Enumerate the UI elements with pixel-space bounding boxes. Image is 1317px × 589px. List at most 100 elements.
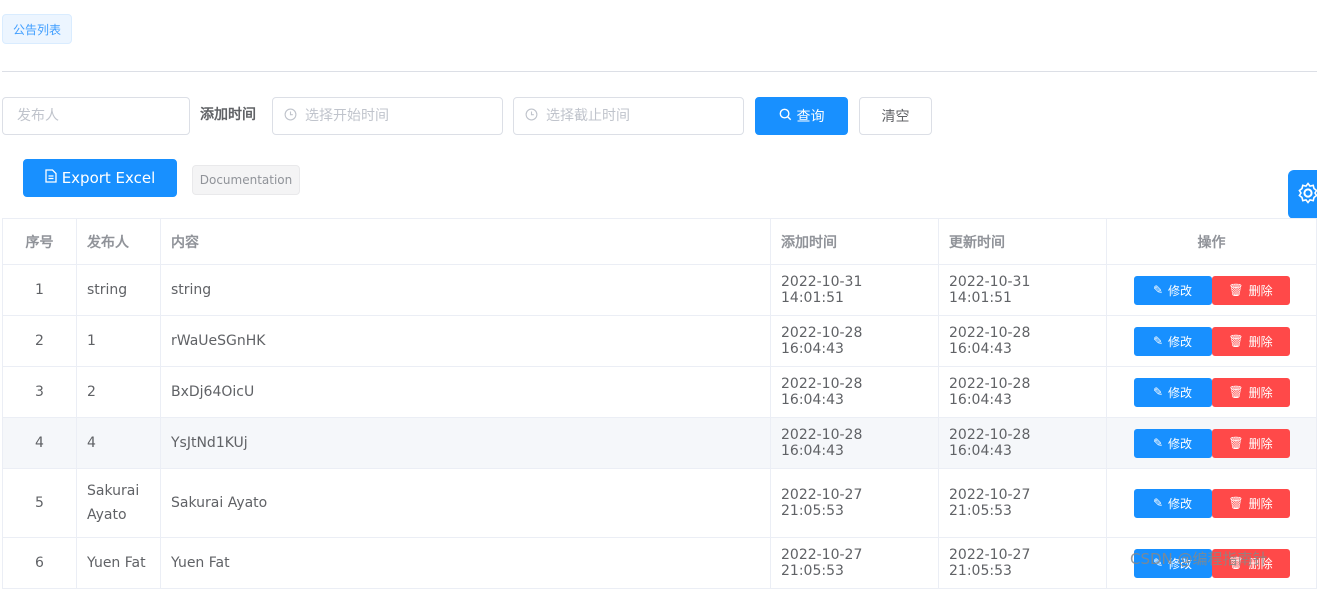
cell-publisher: Yuen Fat [76, 537, 161, 589]
edit-label: 修改 [1168, 385, 1193, 400]
cell-actions: ✎ 修改 🗑 删除 [1106, 417, 1317, 469]
cell-publisher: 1 [76, 315, 161, 367]
cell-updated-time: 2022-10-28 16:04:43 [938, 417, 1107, 469]
cell-added-time: 2022-10-27 21:05:53 [770, 537, 939, 589]
cell-updated-time: 2022-10-28 16:04:43 [938, 315, 1107, 367]
table-row: 5 Sakurai Ayato Sakurai Ayato 2022-10-27… [2, 468, 1317, 538]
edit-button[interactable]: ✎ 修改 [1133, 377, 1212, 407]
query-label: 查询 [796, 109, 825, 125]
table-header: 序号 发布人 内容 添加时间 更新时间 操作 [2, 218, 1317, 265]
edit-label: 修改 [1168, 334, 1193, 349]
col-header-index: 序号 [2, 218, 77, 265]
cell-updated-time: 2022-10-28 16:04:43 [938, 366, 1107, 418]
end-time-picker[interactable]: 选择截止时间 [513, 97, 744, 135]
edit-button[interactable]: ✎ 修改 [1133, 488, 1212, 518]
documentation-tag[interactable]: Documentation [192, 165, 300, 195]
cell-index: 4 [2, 417, 77, 469]
pencil-icon: ✎ [1152, 436, 1164, 450]
delete-label: 删除 [1248, 334, 1273, 349]
edit-label: 修改 [1168, 436, 1193, 451]
start-time-picker[interactable]: 选择开始时间 [272, 97, 503, 135]
delete-label: 删除 [1248, 283, 1273, 298]
table-row: 6 Yuen Fat Yuen Fat 2022-10-27 21:05:53 … [2, 537, 1317, 589]
trash-icon: 🗑 [1228, 334, 1244, 348]
publisher-placeholder: 发布人 [17, 108, 59, 124]
table-row: 3 2 BxDj64OicU 2022-10-28 16:04:43 2022-… [2, 366, 1317, 418]
query-button[interactable]: 查询 [755, 97, 848, 135]
cell-publisher: Sakurai Ayato [76, 468, 161, 538]
col-header-actions: 操作 [1106, 218, 1317, 265]
delete-button[interactable]: 🗑 删除 [1211, 377, 1290, 407]
cell-actions: ✎ 修改 🗑 删除 [1106, 366, 1317, 418]
cell-added-time: 2022-10-27 21:05:53 [770, 468, 939, 538]
cell-added-time: 2022-10-28 16:04:43 [770, 417, 939, 469]
edit-button[interactable]: ✎ 修改 [1133, 326, 1212, 356]
table-row: 4 4 YsJtNd1KUj 2022-10-28 16:04:43 2022-… [2, 417, 1317, 469]
edit-label: 修改 [1168, 496, 1193, 511]
cell-updated-time: 2022-10-27 21:05:53 [938, 537, 1107, 589]
table-row: 2 1 rWaUeSGnHK 2022-10-28 16:04:43 2022-… [2, 315, 1317, 367]
cell-index: 6 [2, 537, 77, 589]
delete-label: 删除 [1248, 385, 1273, 400]
export-excel-label: Export Excel [61, 169, 156, 187]
pencil-icon: ✎ [1152, 334, 1164, 348]
cell-added-time: 2022-10-28 16:04:43 [770, 366, 939, 418]
start-time-placeholder: 选择开始时间 [305, 108, 389, 124]
cell-added-time: 2022-10-28 16:04:43 [770, 315, 939, 367]
edit-label: 修改 [1168, 283, 1193, 298]
cell-index: 2 [2, 315, 77, 367]
delete-button[interactable]: 🗑 删除 [1211, 428, 1290, 458]
cell-content: rWaUeSGnHK [160, 315, 771, 367]
cell-updated-time: 2022-10-31 14:01:51 [938, 264, 1107, 316]
delete-button[interactable]: 🗑 删除 [1211, 275, 1290, 305]
clock-icon [525, 98, 538, 134]
notice-list-tag[interactable]: 公告列表 [2, 14, 73, 44]
cell-publisher: string [76, 264, 161, 316]
cell-content: BxDj64OicU [160, 366, 771, 418]
publisher-input[interactable]: 发布人 [2, 97, 190, 135]
search-icon [779, 108, 792, 125]
cell-actions: ✎ 修改 🗑 删除 [1106, 468, 1317, 538]
clock-icon [284, 98, 297, 134]
cell-actions: ✎ 修改 🗑 删除 [1106, 264, 1317, 316]
cell-actions: ✎ 修改 🗑 删除 [1106, 315, 1317, 367]
trash-icon: 🗑 [1228, 385, 1244, 399]
clear-button[interactable]: 清空 [859, 97, 932, 135]
cell-updated-time: 2022-10-27 21:05:53 [938, 468, 1107, 538]
export-excel-button[interactable]: Export Excel [23, 159, 177, 197]
end-time-placeholder: 选择截止时间 [546, 108, 630, 124]
cell-publisher: 4 [76, 417, 161, 469]
col-header-publisher: 发布人 [76, 218, 161, 265]
pencil-icon: ✎ [1152, 385, 1164, 399]
cell-index: 1 [2, 264, 77, 316]
trash-icon: 🗑 [1228, 496, 1244, 510]
cell-content: Sakurai Ayato [160, 468, 771, 538]
pencil-icon: ✎ [1152, 283, 1164, 297]
trash-icon: 🗑 [1228, 283, 1244, 297]
col-header-content: 内容 [160, 218, 771, 265]
delete-button[interactable]: 🗑 删除 [1211, 488, 1290, 518]
notice-table: 序号 发布人 内容 添加时间 更新时间 操作 1 string string 2… [2, 218, 1317, 589]
watermark: CSDN @编程指南针 [1130, 550, 1268, 568]
cell-content: YsJtNd1KUj [160, 417, 771, 469]
cell-content: Yuen Fat [160, 537, 771, 589]
cell-index: 5 [2, 468, 77, 538]
edit-button[interactable]: ✎ 修改 [1133, 428, 1212, 458]
trash-icon: 🗑 [1228, 436, 1244, 450]
col-header-updated-time: 更新时间 [938, 218, 1107, 265]
cell-content: string [160, 264, 771, 316]
edit-button[interactable]: ✎ 修改 [1133, 275, 1212, 305]
document-icon [45, 169, 57, 187]
added-time-label: 添加时间 [200, 107, 256, 123]
settings-button[interactable] [1288, 170, 1317, 219]
cell-index: 3 [2, 366, 77, 418]
delete-button[interactable]: 🗑 删除 [1211, 326, 1290, 356]
gear-icon [1296, 181, 1317, 209]
delete-label: 删除 [1248, 436, 1273, 451]
delete-label: 删除 [1248, 496, 1273, 511]
table-row: 1 string string 2022-10-31 14:01:51 2022… [2, 264, 1317, 316]
cell-added-time: 2022-10-31 14:01:51 [770, 264, 939, 316]
divider [2, 71, 1317, 72]
cell-publisher: 2 [76, 366, 161, 418]
col-header-added-time: 添加时间 [770, 218, 939, 265]
